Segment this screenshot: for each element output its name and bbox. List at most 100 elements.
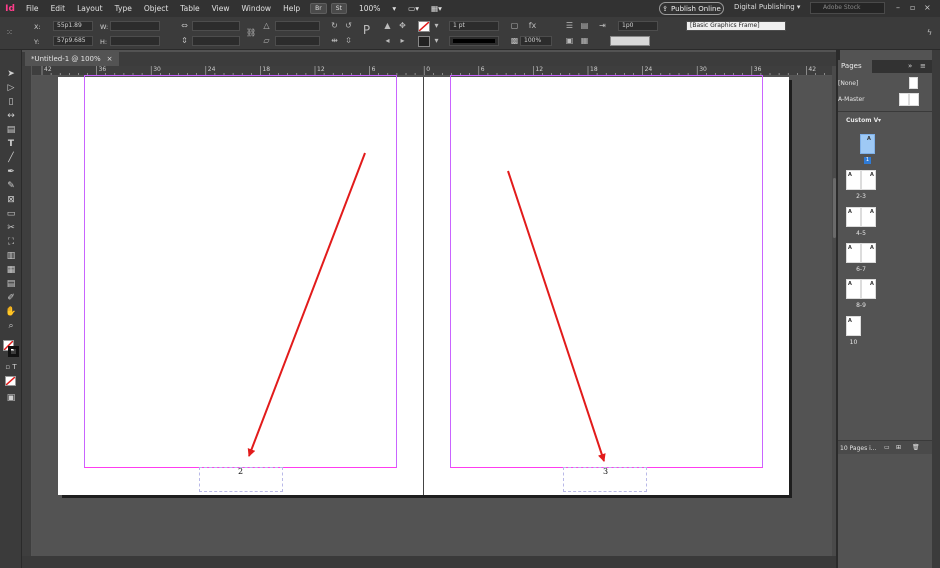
fill-dropdown-icon[interactable]: ▾ [432,21,441,30]
delete-page-icon[interactable]: 🗑 [912,444,920,451]
wrap-bounding-icon[interactable]: ▣ [565,36,574,45]
zoom-tool-icon[interactable]: ⌕ [4,320,18,332]
note-tool-icon[interactable]: ▤ [4,278,18,290]
bridge-button[interactable]: Br [310,3,327,14]
rectangle-tool-icon[interactable]: ▭ [4,208,18,220]
close-icon[interactable]: × [924,4,932,12]
stroke-dropdown-icon[interactable]: ▾ [432,36,441,45]
page-thumb-6[interactable]: A [846,243,861,263]
stroke-weight-field[interactable]: 1 pt [449,21,499,31]
h-field[interactable] [110,36,160,46]
wrap-shape-icon[interactable]: ▦ [580,36,589,45]
stroke-swatch[interactable] [418,36,430,47]
gap-tool-icon[interactable]: ↔ [4,110,18,122]
menu-view[interactable]: View [206,4,236,13]
panel-menu-icon[interactable]: ≡ [920,62,926,70]
menu-edit[interactable]: Edit [45,4,72,13]
offset-field[interactable]: 1p0 [618,21,658,31]
content-collector-icon[interactable]: ▤ [4,124,18,136]
type-tool-icon[interactable]: T [4,138,18,150]
screen-mode-tool-icon[interactable]: ▣ [4,392,18,404]
menu-object[interactable]: Object [138,4,174,13]
constrain-proportions-icon[interactable]: ⛓ [246,28,256,37]
page-thumb-9[interactable]: A [861,279,876,299]
a-master-label[interactable]: A-Master [838,96,865,103]
close-tab-icon[interactable]: × [107,52,113,66]
a-master-thumb-right[interactable] [909,93,919,106]
publish-online-button[interactable]: ⇪ Publish Online [659,2,724,15]
page-thumb-10[interactable]: A [846,316,861,336]
menu-file[interactable]: File [20,4,45,13]
text-wrap-icon[interactable]: ☰ [565,21,574,30]
select-previous-icon[interactable]: ◂ [383,36,392,45]
page-thumb-1[interactable]: A [860,134,875,154]
page-tool-icon[interactable]: ▯ [4,96,18,108]
y-field[interactable]: 57p9.685 [53,36,93,46]
fill-swatch[interactable] [418,21,430,32]
w-field[interactable] [110,21,160,31]
view-options-icon[interactable]: ▾ [386,4,402,13]
object-style-select[interactable]: [Basic Graphics Frame] [686,21,786,31]
rotate-ccw-icon[interactable]: ↺ [344,21,353,30]
reference-point-icon[interactable]: ⁙ [5,28,14,37]
eyedropper-tool-icon[interactable]: ✐ [4,292,18,304]
gradient-feather-tool-icon[interactable]: ▦ [4,264,18,276]
menu-table[interactable]: Table [174,4,205,13]
minimize-icon[interactable]: – [896,4,904,12]
stock-search-input[interactable]: Adobe Stock [810,2,885,14]
document-tab[interactable]: *Untitled-1 @ 100% × [25,52,119,66]
collapse-panel-icon[interactable]: » [908,62,912,70]
vertical-ruler[interactable] [22,66,32,556]
shear-field[interactable] [275,36,320,46]
stroke-type-select[interactable] [449,36,499,46]
hand-tool-icon[interactable]: ✋ [4,306,18,318]
rotate-cw-icon[interactable]: ↻ [330,21,339,30]
menu-type[interactable]: Type [109,4,138,13]
free-transform-tool-icon[interactable]: ⛶ [4,236,18,248]
opacity-field[interactable]: 100% [520,36,552,46]
scissors-tool-icon[interactable]: ✂ [4,222,18,234]
view-label[interactable]: Custom V [846,117,878,124]
zoom-level[interactable]: 100% [353,4,386,13]
scale-x-field[interactable] [192,21,240,31]
page-thumb-3[interactable]: A [861,170,876,190]
corner-option-field[interactable] [610,36,650,46]
menu-window[interactable]: Window [235,4,277,13]
select-content-icon[interactable]: ✥ [398,21,407,30]
formatting-container-icon[interactable]: ▫ T [4,361,18,373]
direct-selection-tool-icon[interactable]: ▷ [4,82,18,94]
x-field[interactable]: 55p1.89 [53,21,93,31]
drop-shadow-icon[interactable]: ▢ [510,21,519,30]
pen-tool-icon[interactable]: ✒ [4,166,18,178]
screen-mode-icon[interactable]: ▭▾ [402,4,425,13]
edit-page-size-icon[interactable]: ▭ [884,444,890,451]
page-thumb-5[interactable]: A [861,207,876,227]
flip-horizontal-icon[interactable]: ⇹ [330,36,339,45]
none-master-label[interactable]: [None] [838,80,858,87]
none-master-thumb[interactable] [909,77,918,89]
page-thumb-7[interactable]: A [861,243,876,263]
stock-button[interactable]: St [330,3,347,14]
arrow-left[interactable] [247,152,366,457]
menu-layout[interactable]: Layout [71,4,109,13]
line-tool-icon[interactable]: ╱ [4,152,18,164]
menu-help[interactable]: Help [277,4,306,13]
page-thumb-8[interactable]: A [846,279,861,299]
maximize-icon[interactable]: ▫ [910,4,918,12]
pages-tab[interactable]: Pages [838,60,872,73]
scale-y-field[interactable] [192,36,240,46]
rectangle-frame-tool-icon[interactable]: ⊠ [4,194,18,206]
select-next-icon[interactable]: ▸ [398,36,407,45]
quick-apply-icon[interactable]: ϟ [925,28,934,37]
a-master-thumb-left[interactable] [899,93,909,106]
select-container-icon[interactable]: ▲ [383,21,392,30]
apply-none-icon[interactable] [5,376,16,386]
selection-tool-icon[interactable]: ➤ [4,68,18,80]
rotation-field[interactable] [275,21,320,31]
wrap-around-icon[interactable]: ▤ [580,21,589,30]
flip-vertical-icon[interactable]: ⇳ [344,36,353,45]
pencil-tool-icon[interactable]: ✎ [4,180,18,192]
new-page-icon[interactable]: ⊞ [896,444,901,451]
view-dropdown-icon[interactable]: ▾ [878,117,881,124]
effects-icon[interactable]: fx [528,21,537,30]
